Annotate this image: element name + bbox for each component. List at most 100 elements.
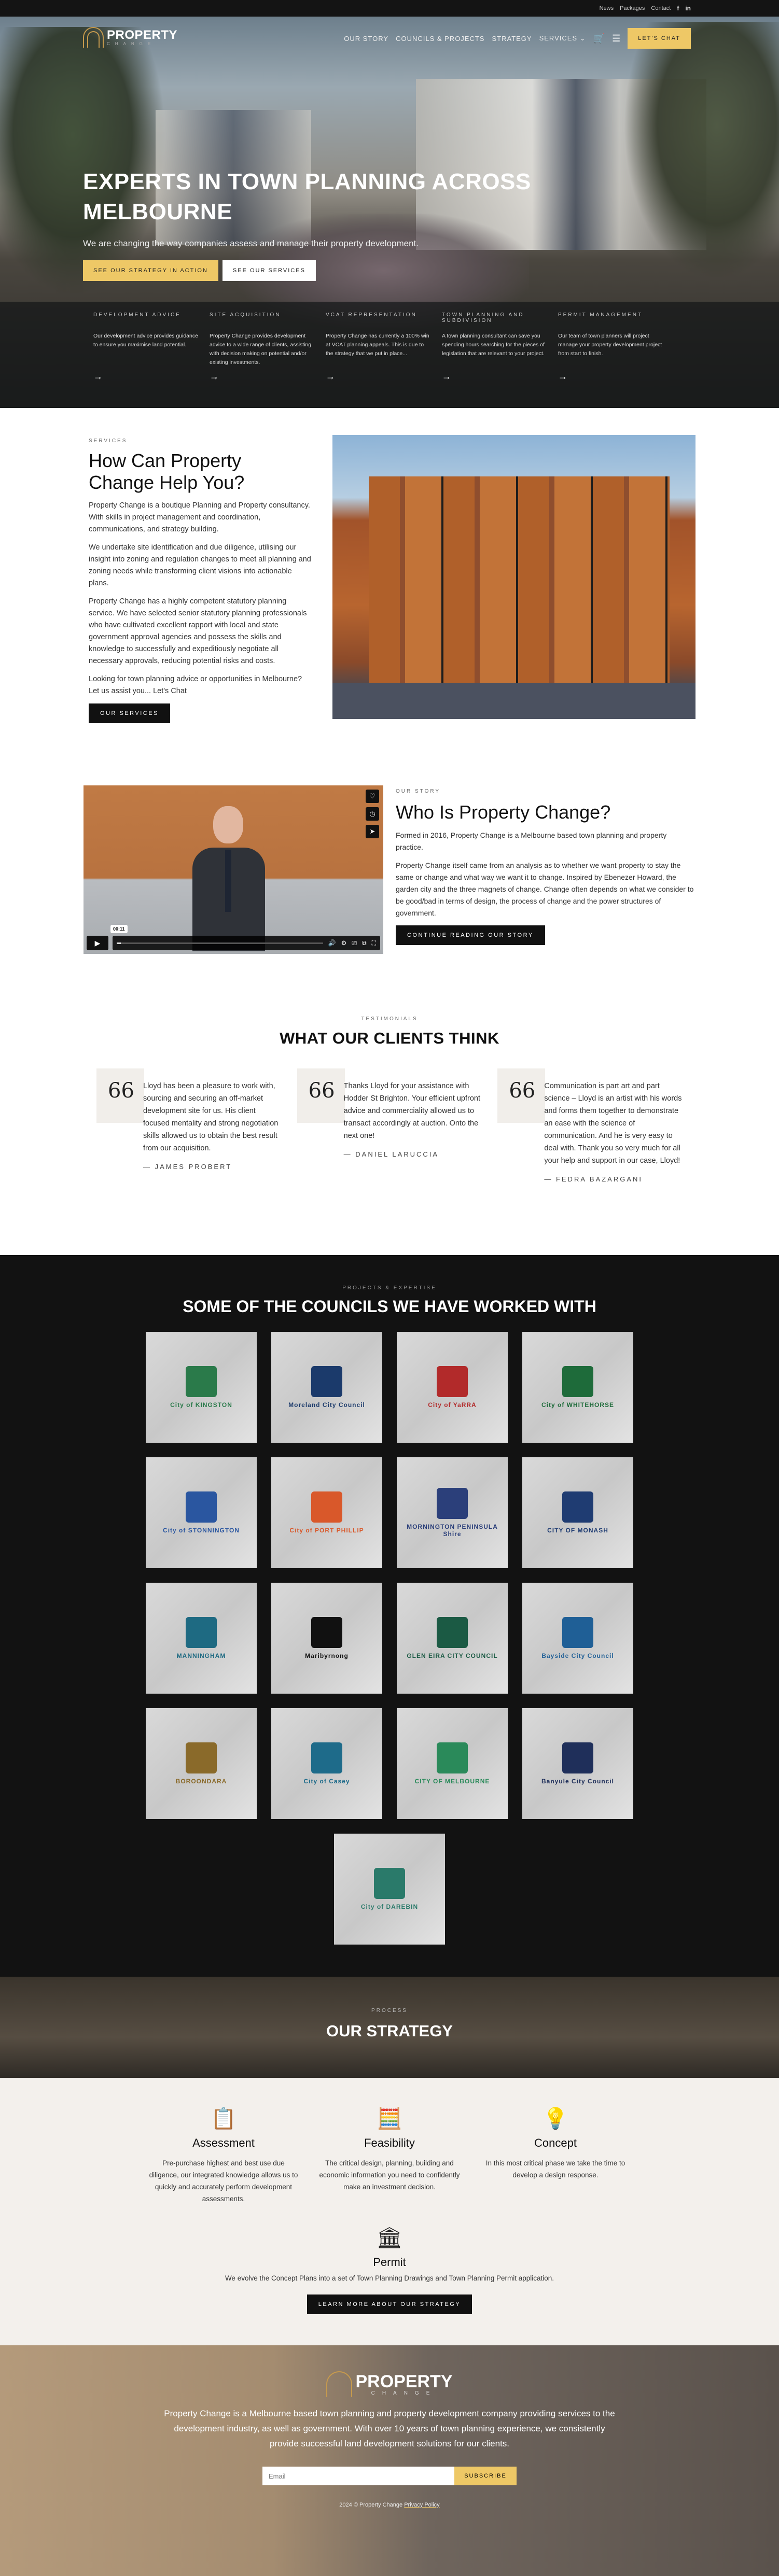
nav-our-story[interactable]: OUR STORY — [344, 35, 388, 43]
logo[interactable]: PROPERTY CHANGE — [83, 27, 177, 48]
cart-icon[interactable]: 🛒 — [593, 33, 605, 44]
step-title: Assessment — [192, 2136, 255, 2149]
hero: PROPERTY CHANGE OUR STORY COUNCILS & PRO… — [0, 17, 779, 408]
see-services-button[interactable]: SEE OUR SERVICES — [222, 260, 316, 281]
video-player[interactable]: ♡ ◷ ➤ 00:11 ▶ 🔊 ⚙ ⎚ ⧉ ⛶ — [84, 785, 383, 954]
testimonial-author: — FEDRA BAZARGANI — [544, 1175, 643, 1183]
strategy-step: 📋 Assessment Pre-purchase highest and be… — [148, 2106, 299, 2205]
council-name: City of STONNINGTON — [163, 1527, 240, 1534]
email-input[interactable] — [262, 2467, 454, 2485]
council-name: City of Casey — [303, 1778, 350, 1785]
step-text: We evolve the Concept Plans into a set o… — [225, 2274, 554, 2282]
video-timecode: 00:11 — [110, 925, 128, 933]
continue-reading-button[interactable]: CONTINUE READING OUR STORY — [396, 925, 545, 945]
cast-icon[interactable]: ⎚ — [352, 939, 357, 947]
strategy-section: PROCESS OUR STRATEGY 📋 Assessment Pre-pu… — [0, 1977, 779, 2345]
council-tile[interactable]: Bayside City Council — [522, 1583, 633, 1694]
hero-subtitle: We are changing the way companies assess… — [83, 238, 419, 248]
council-tile[interactable]: City of KINGSTON — [146, 1332, 257, 1443]
council-tile[interactable]: GLEN EIRA CITY COUNCIL — [397, 1583, 508, 1694]
settings-icon[interactable]: ⚙ — [341, 939, 347, 947]
our-services-button[interactable]: OUR SERVICES — [89, 703, 170, 723]
service-text: Our development advice provides guidance… — [93, 333, 198, 348]
story-paragraph: Formed in 2016, Property Change is a Mel… — [396, 831, 667, 851]
council-tile[interactable]: City of WHITEHORSE — [522, 1332, 633, 1443]
hero-tree-left — [0, 27, 166, 297]
arrow-right-icon[interactable]: → — [558, 371, 567, 382]
topbar-link-packages[interactable]: Packages — [620, 5, 645, 11]
step-text: In this most critical phase we take the … — [485, 2159, 625, 2179]
footer: PROPERTY CHANGE Property Change is a Mel… — [0, 2345, 779, 2576]
council-tile[interactable]: MORNINGTON PENINSULA Shire — [397, 1457, 508, 1568]
volume-icon[interactable]: 🔊 — [328, 939, 336, 947]
councils-section: PROJECTS & EXPERTISE SOME OF THE COUNCIL… — [0, 1255, 779, 1977]
service-text: A town planning consultant can save you … — [442, 333, 545, 357]
share-icon[interactable]: ➤ — [366, 825, 379, 838]
step-text: Pre-purchase highest and best use due di… — [149, 2159, 298, 2203]
strategy-in-action-button[interactable]: SEE OUR STRATEGY IN ACTION — [83, 260, 218, 281]
pip-icon[interactable]: ⧉ — [362, 939, 367, 947]
council-tile[interactable]: City of DAREBIN — [334, 1834, 445, 1945]
council-tile[interactable]: BOROONDARA — [146, 1708, 257, 1819]
footer-logo[interactable]: PROPERTY CHANGE — [326, 2371, 453, 2397]
nav-services[interactable]: SERVICES ⌄ — [539, 34, 586, 43]
like-icon[interactable]: ♡ — [366, 790, 379, 803]
video-progress-bar[interactable] — [117, 942, 323, 944]
facebook-icon[interactable]: f — [677, 5, 679, 12]
council-tile[interactable]: CITY OF MELBOURNE — [397, 1708, 508, 1819]
council-tile[interactable]: City of YaRRA — [397, 1332, 508, 1443]
play-icon[interactable]: ▶ — [87, 936, 108, 950]
fullscreen-icon[interactable]: ⛶ — [372, 939, 376, 947]
council-tile[interactable]: CITY OF MONASH — [522, 1457, 633, 1568]
council-name: Banyule City Council — [541, 1778, 615, 1785]
footer-description: Property Change is a Melbourne based tow… — [164, 2409, 615, 2448]
assessment-icon: 📋 — [211, 2107, 237, 2130]
council-tile[interactable]: City of Casey — [271, 1708, 382, 1819]
council-tile[interactable]: City of STONNINGTON — [146, 1457, 257, 1568]
service-title: DEVELOPMENT ADVICE — [93, 312, 181, 318]
council-name: City of WHITEHORSE — [541, 1401, 614, 1409]
strategy-eyebrow: PROCESS — [371, 2008, 408, 2014]
learn-more-strategy-button[interactable]: LEARN MORE ABOUT OUR STRATEGY — [307, 2295, 472, 2314]
nav-councils-projects[interactable]: COUNCILS & PROJECTS — [396, 35, 484, 43]
quote-icon: 66 — [108, 1079, 134, 1103]
council-logo-icon — [311, 1491, 342, 1523]
step-title: Feasibility — [364, 2136, 415, 2149]
council-tile[interactable]: MANNINGHAM — [146, 1583, 257, 1694]
linkedin-icon[interactable]: in — [685, 5, 691, 12]
top-bar: News Packages Contact f in — [0, 0, 779, 17]
council-tile[interactable]: City of PORT PHILLIP — [271, 1457, 382, 1568]
privacy-policy-link[interactable]: Privacy Policy — [404, 2502, 439, 2508]
quote-icon: 66 — [509, 1079, 536, 1103]
lets-chat-button[interactable]: LET'S CHAT — [628, 28, 691, 49]
story-title: Who Is Property Change? — [396, 801, 611, 823]
logo-mark-icon — [83, 27, 104, 48]
step-title: Concept — [534, 2136, 577, 2149]
arrow-right-icon[interactable]: → — [442, 371, 451, 382]
council-logo-icon — [374, 1868, 405, 1899]
feasibility-icon: 🧮 — [377, 2107, 402, 2130]
topbar-link-contact[interactable]: Contact — [651, 5, 671, 11]
council-logo-icon — [562, 1742, 593, 1773]
hero-ctas: SEE OUR STRATEGY IN ACTION SEE OUR SERVI… — [83, 260, 316, 281]
chevron-down-icon: ⌄ — [579, 34, 586, 42]
copyright: 2024 © Property Change Privacy Policy — [0, 2502, 779, 2508]
nav-strategy[interactable]: STRATEGY — [492, 35, 532, 43]
council-tile[interactable]: Banyule City Council — [522, 1708, 633, 1819]
logo-text: PROPERTY — [107, 27, 178, 42]
arrow-right-icon[interactable]: → — [210, 371, 219, 382]
council-tile[interactable]: Moreland City Council — [271, 1332, 382, 1443]
arrow-right-icon[interactable]: → — [326, 371, 335, 382]
watch-later-icon[interactable]: ◷ — [366, 807, 379, 821]
council-tile[interactable]: Maribyrnong — [271, 1583, 382, 1694]
subscribe-button[interactable]: SUBSCRIBE — [454, 2467, 517, 2485]
arrow-right-icon[interactable]: → — [93, 371, 103, 382]
services-paragraph: Property Change is a boutique Planning a… — [89, 501, 310, 533]
main-nav: PROPERTY CHANGE OUR STORY COUNCILS & PRO… — [0, 17, 779, 58]
topbar-link-news[interactable]: News — [600, 5, 614, 11]
council-logo-icon — [437, 1366, 468, 1397]
strategy-header: PROCESS OUR STRATEGY — [0, 1977, 779, 2078]
services-section: SERVICES How Can Property Change Help Yo… — [0, 408, 779, 765]
hamburger-menu-icon[interactable]: ☰ — [612, 33, 620, 44]
service-title: TOWN PLANNING AND SUBDIVISION — [442, 312, 524, 323]
